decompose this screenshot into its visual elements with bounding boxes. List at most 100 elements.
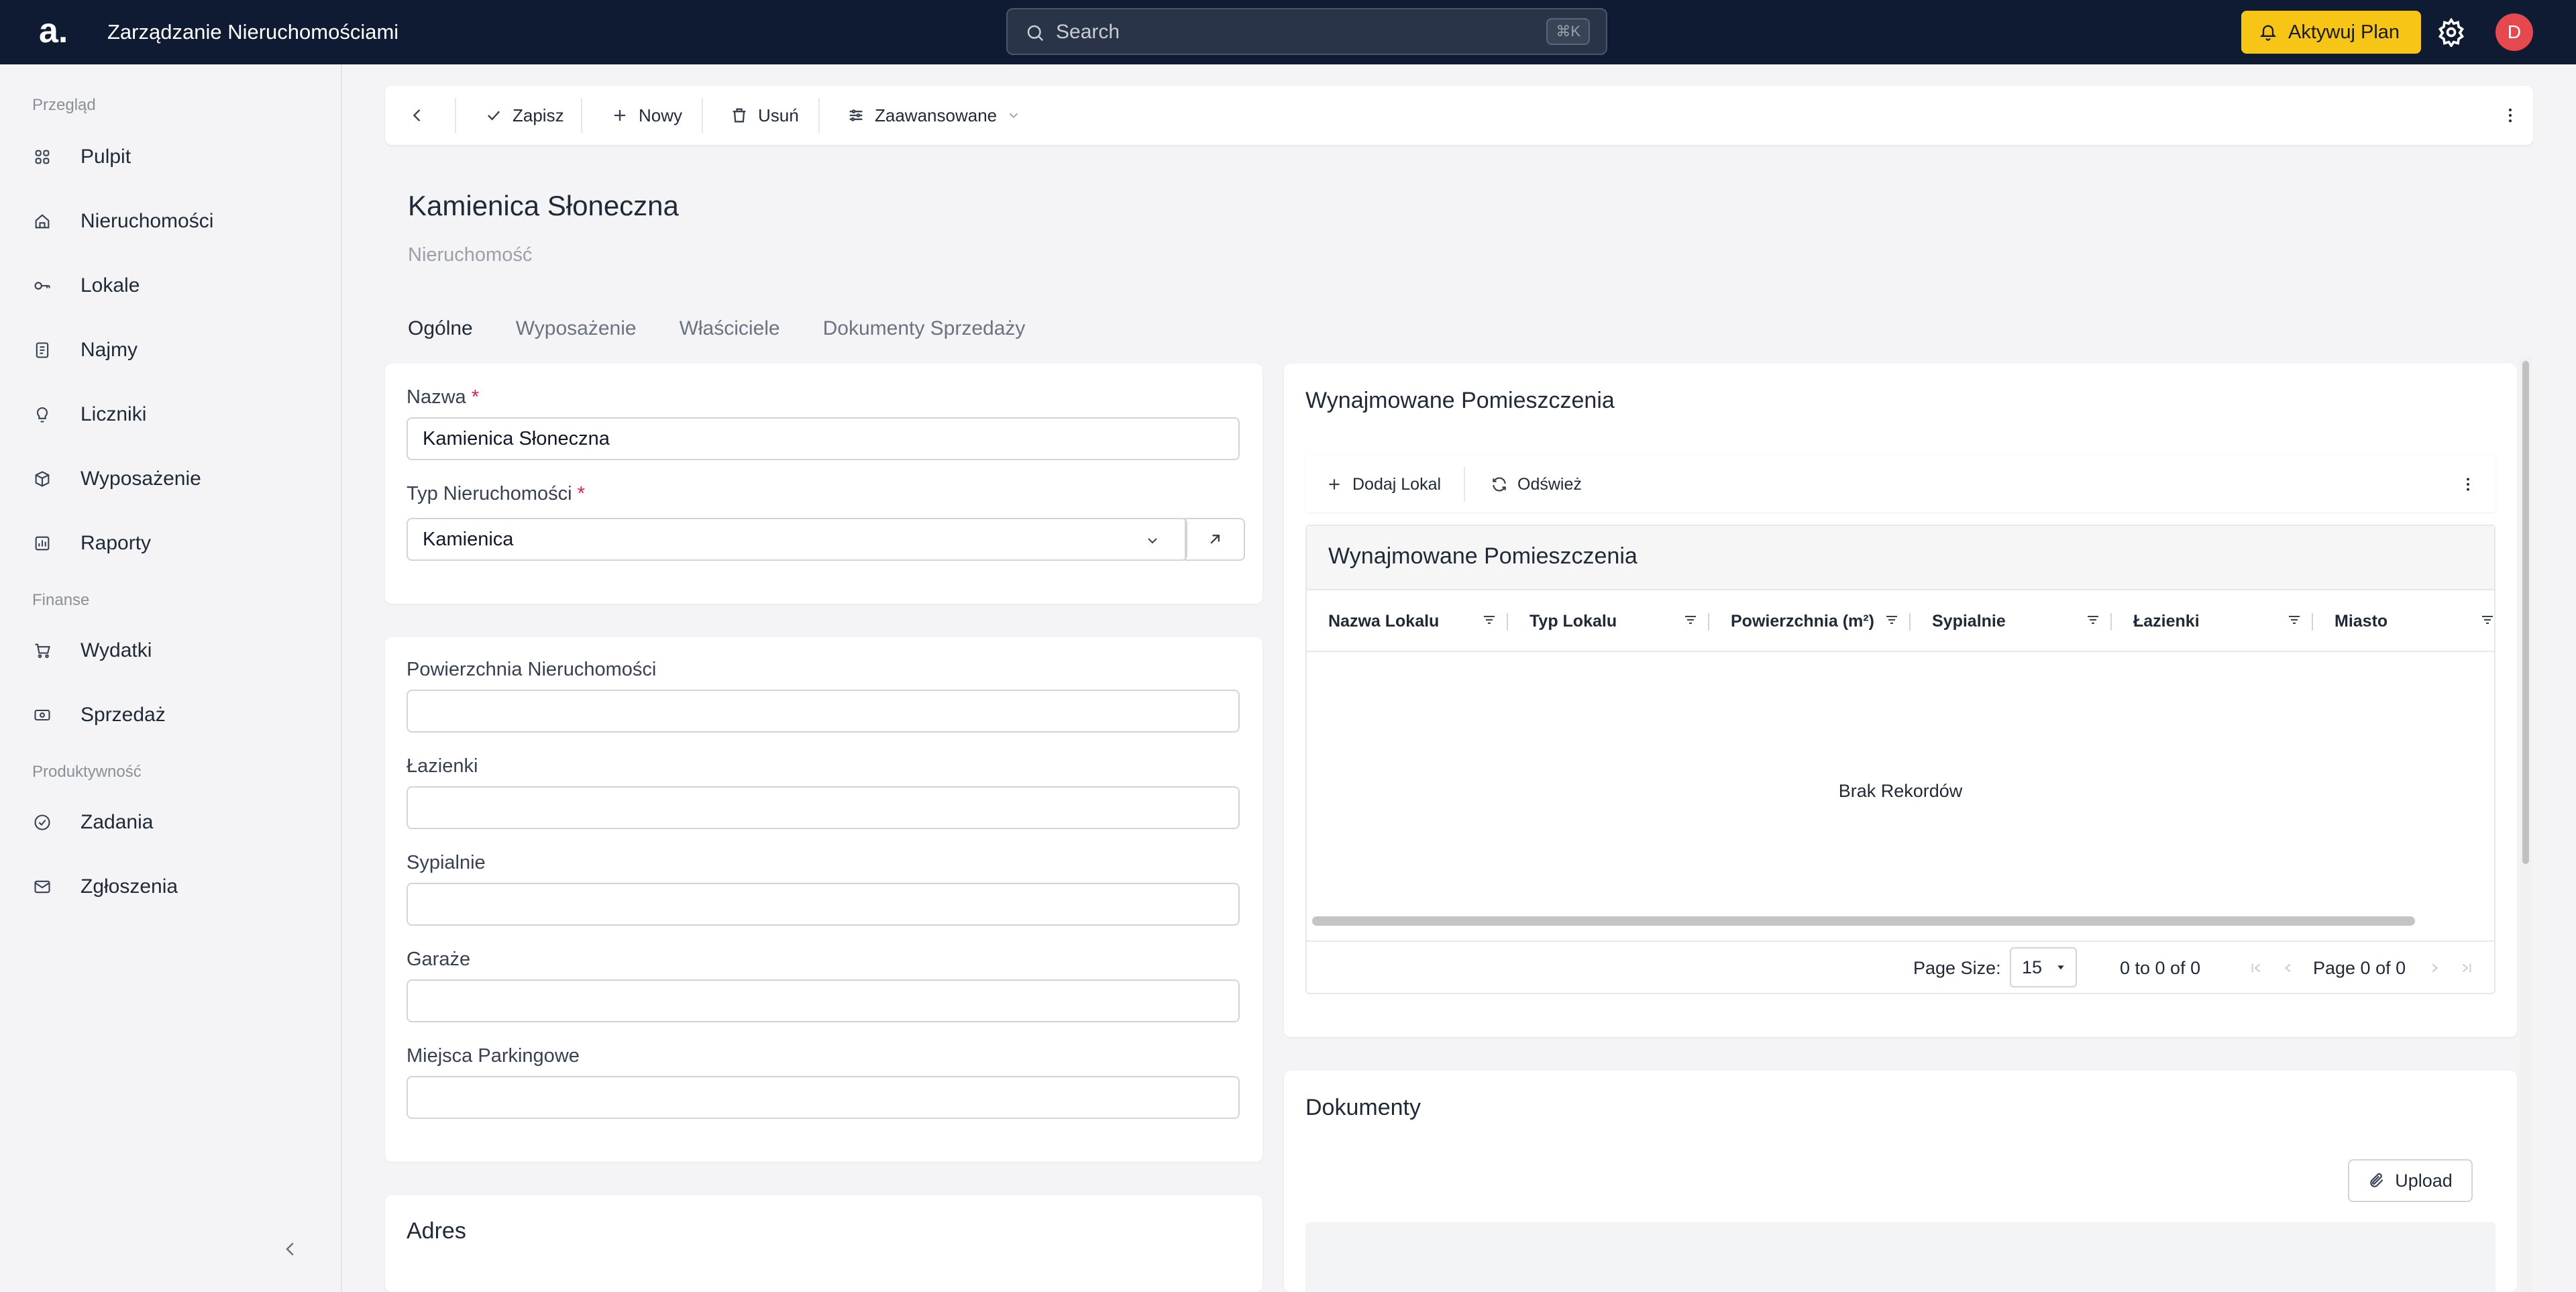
basic-info-card: Nazwa * Kamienica Słoneczna Typ Nierucho…: [385, 364, 1263, 604]
type-select-value: Kamienica: [423, 529, 514, 550]
horizontal-scrollbar[interactable]: [1312, 916, 2415, 926]
empty-state-text: Brak Rekordów: [1838, 781, 1963, 801]
upgrade-plan-button[interactable]: Aktywuj Plan: [2241, 11, 2421, 54]
chevron-left-icon[interactable]: [280, 1236, 301, 1262]
save-label: Zapisz: [513, 105, 564, 125]
previous-page-icon[interactable]: [2281, 961, 2296, 975]
column-header-city[interactable]: Miasto: [2334, 590, 2496, 652]
rented-rooms-grid: Wynajmowane Pomieszczenia Nazwa Lokalu T…: [1305, 525, 2496, 994]
back-button[interactable]: [408, 101, 436, 130]
house-icon: [32, 211, 52, 231]
advanced-label: Zaawansowane: [875, 105, 998, 125]
add-unit-label: Dodaj Lokal: [1352, 474, 1442, 494]
filter-icon[interactable]: [2286, 612, 2302, 628]
area-label: Powierzchnia Nieruchomości: [407, 659, 657, 680]
grid-header: Nazwa Lokalu Typ Lokalu Powierzchnia (m²…: [1307, 590, 2494, 652]
open-type-button[interactable]: [1185, 518, 1245, 561]
upload-label: Upload: [2395, 1170, 2453, 1191]
page-size-select[interactable]: 15: [2010, 947, 2077, 987]
vertical-scrollbar-thumb[interactable]: [2522, 361, 2529, 864]
sidebar-section-finance: Finanse: [32, 591, 90, 609]
more-options-button[interactable]: [2501, 101, 2529, 130]
plus-icon: [1329, 479, 1340, 490]
name-label: Nazwa *: [407, 386, 480, 408]
sidebar-item-zgloszenia[interactable]: Zgłoszenia: [32, 868, 314, 906]
delete-button[interactable]: Usuń: [730, 101, 799, 130]
sliders-icon: [849, 109, 863, 121]
bathrooms-label: Łazienki: [407, 755, 478, 777]
tab-general[interactable]: Ogólne: [408, 315, 473, 342]
gear-icon[interactable]: [2436, 17, 2466, 47]
sidebar-section-overview: Przegląd: [32, 96, 96, 114]
sidebar-item-pulpit[interactable]: Pulpit: [32, 138, 314, 176]
last-page-icon[interactable]: [2459, 961, 2474, 975]
bulb-icon: [32, 405, 52, 425]
sidebar-item-label: Nieruchomości: [80, 210, 214, 232]
column-header-bathrooms[interactable]: Łazienki: [2133, 590, 2313, 652]
sidebar-item-lokale[interactable]: Lokale: [32, 267, 314, 305]
paperclip-icon: [2370, 1173, 2383, 1187]
bathrooms-input[interactable]: [407, 786, 1240, 829]
parking-input[interactable]: [407, 1076, 1240, 1119]
sidebar-item-label: Lokale: [80, 274, 140, 297]
sidebar-item-najmy[interactable]: Najmy: [32, 331, 314, 369]
sidebar-item-sprzedaz[interactable]: Sprzedaż: [32, 696, 314, 734]
box-icon: [32, 469, 52, 489]
name-input[interactable]: Kamienica Słoneczna: [407, 417, 1240, 460]
chevron-down-icon: [1148, 538, 1157, 544]
new-button[interactable]: Nowy: [610, 101, 682, 130]
filter-icon[interactable]: [1481, 612, 1497, 628]
sidebar-item-wyposazenie[interactable]: Wyposażenie: [32, 460, 314, 498]
garages-input[interactable]: [407, 979, 1240, 1022]
sidebar-item-raporty[interactable]: Raporty: [32, 525, 314, 562]
search-icon: [1027, 25, 1044, 42]
refresh-button[interactable]: Odśwież: [1491, 470, 1582, 499]
search-shortcut: ⌘K: [1546, 18, 1590, 45]
avatar[interactable]: D: [2496, 13, 2533, 51]
documents-dropzone[interactable]: [1305, 1222, 2496, 1292]
grid-more-button[interactable]: [2459, 470, 2486, 499]
sidebar: Przegląd Pulpit Nieruchomości Lokale Naj…: [0, 64, 342, 1292]
add-unit-button[interactable]: Dodaj Lokal: [1326, 470, 1441, 499]
filter-icon[interactable]: [2085, 612, 2101, 628]
type-select[interactable]: Kamienica: [407, 518, 1187, 561]
plus-icon: [614, 109, 626, 121]
pagination-bar: Page Size: 15 0 to 0 of 0 Page 0 of 0: [1307, 940, 2494, 994]
sidebar-item-label: Raporty: [80, 532, 152, 554]
app-logo[interactable]: a.: [39, 12, 68, 50]
filter-icon[interactable]: [2479, 612, 2496, 628]
column-header-unit-type[interactable]: Typ Lokalu: [1529, 590, 1709, 652]
upload-button[interactable]: Upload: [2348, 1159, 2473, 1202]
caret-down-icon: [2057, 965, 2064, 970]
refresh-label: Odśwież: [1517, 474, 1582, 494]
document-icon: [32, 340, 52, 360]
column-header-area[interactable]: Powierzchnia (m²): [1731, 590, 1911, 652]
tab-owners[interactable]: Właściciele: [680, 315, 780, 342]
filter-icon[interactable]: [1682, 612, 1699, 628]
chevron-left-icon: [413, 109, 421, 121]
page-size-label: Page Size:: [1913, 958, 2001, 978]
column-header-bedrooms[interactable]: Sypialnie: [1932, 590, 2112, 652]
app-title: Zarządzanie Nieruchomościami: [107, 20, 399, 44]
sidebar-item-zadania[interactable]: Zadania: [32, 804, 314, 841]
area-input[interactable]: [407, 690, 1240, 733]
documents-card: Dokumenty Upload: [1284, 1071, 2517, 1292]
bedrooms-input[interactable]: [407, 883, 1240, 926]
filter-icon[interactable]: [1884, 612, 1900, 628]
sidebar-section-productivity: Produktywność: [32, 763, 142, 781]
next-page-icon[interactable]: [2427, 961, 2442, 975]
vertical-scrollbar-track[interactable]: [2520, 357, 2532, 1292]
tab-sale-documents[interactable]: Dokumenty Sprzedaży: [823, 315, 1026, 342]
sidebar-item-nieruchomosci[interactable]: Nieruchomości: [32, 203, 314, 240]
tab-equipment[interactable]: Wyposażenie: [516, 315, 637, 342]
refresh-icon: [1493, 477, 1506, 492]
column-header-unit-name[interactable]: Nazwa Lokalu: [1328, 590, 1508, 652]
advanced-dropdown[interactable]: Zaawansowane: [847, 101, 1030, 130]
sidebar-item-liczniki[interactable]: Liczniki: [32, 396, 314, 433]
search-bar[interactable]: Search ⌘K: [1006, 8, 1607, 55]
trash-icon: [733, 108, 746, 123]
save-button[interactable]: Zapisz: [484, 101, 564, 130]
sidebar-item-wydatki[interactable]: Wydatki: [32, 632, 314, 669]
sidebar-item-label: Pulpit: [80, 146, 131, 168]
first-page-icon[interactable]: [2249, 961, 2263, 975]
